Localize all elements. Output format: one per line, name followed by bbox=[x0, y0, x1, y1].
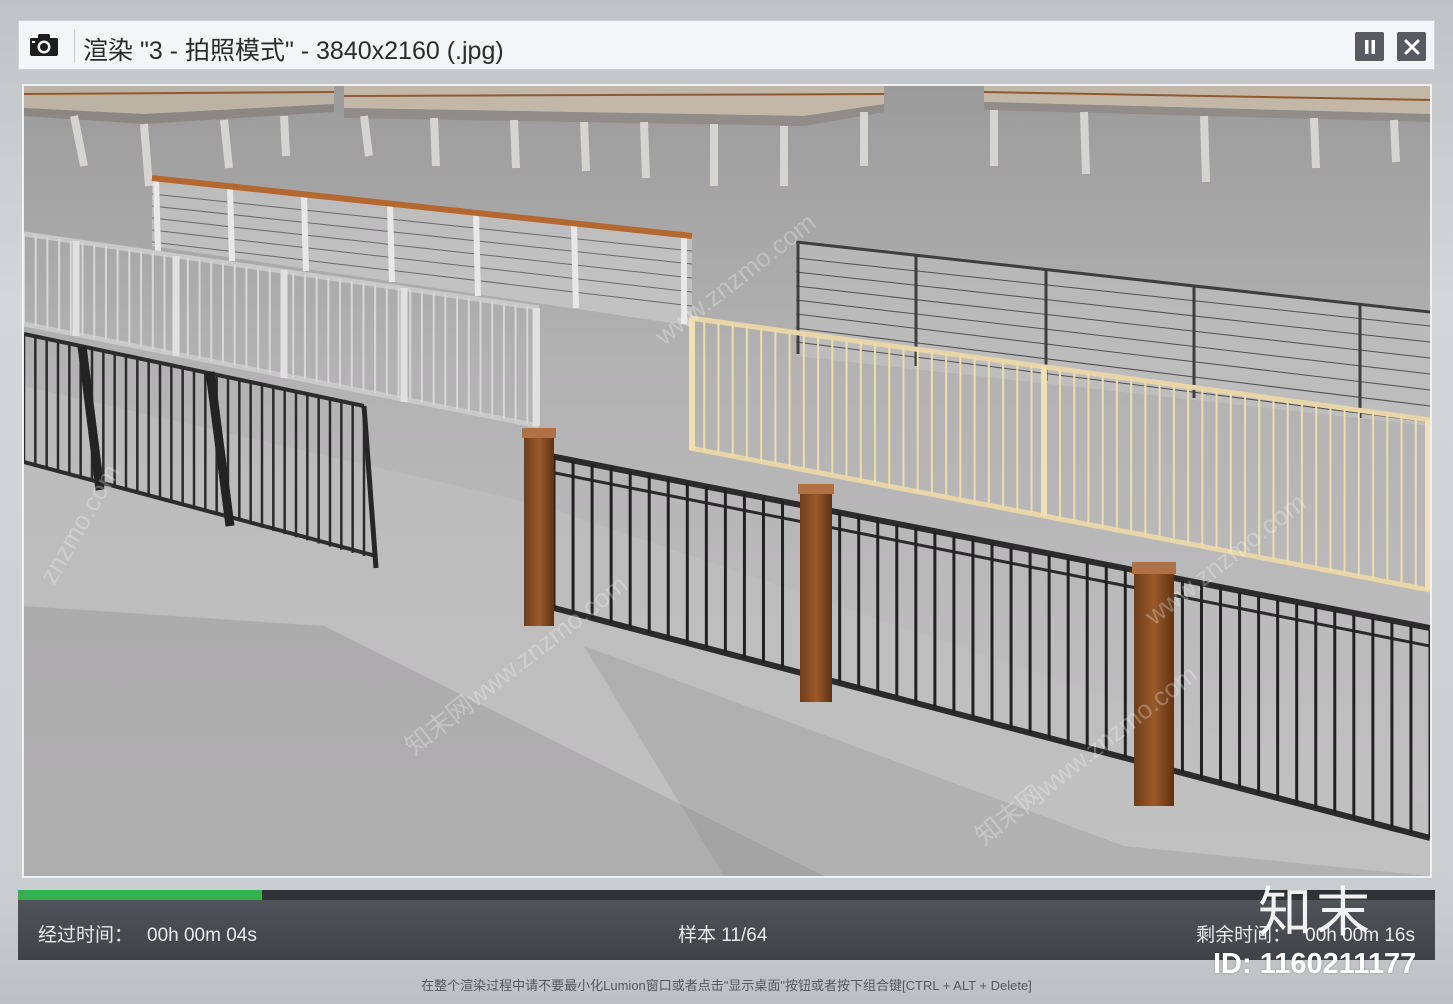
close-icon bbox=[1404, 39, 1419, 54]
elapsed-label: 经过时间： bbox=[38, 925, 134, 946]
sample-counter: 样本 11/64 bbox=[678, 925, 768, 946]
pause-button[interactable] bbox=[1355, 32, 1384, 61]
pause-icon bbox=[1364, 39, 1375, 54]
camera-icon bbox=[30, 34, 58, 56]
watermark-brand: 知末 bbox=[1258, 881, 1374, 944]
render-progress-fill bbox=[18, 890, 262, 900]
close-button[interactable] bbox=[1397, 32, 1426, 61]
render-preview-scene: www.znzmo.com www.znzmo.com 知末网www.znzmo… bbox=[24, 86, 1430, 876]
watermark-id: ID: 1160211177 bbox=[1213, 948, 1417, 980]
window-title: 渲染 "3 - 拍照模式" - 3840x2160 (.jpg) bbox=[83, 37, 504, 65]
title-divider bbox=[74, 29, 75, 63]
render-preview-image: www.znzmo.com www.znzmo.com 知末网www.znzmo… bbox=[22, 84, 1432, 878]
elapsed-time: 经过时间： 00h 00m 04s bbox=[38, 920, 257, 947]
render-progress-bar bbox=[18, 890, 1435, 900]
render-title-bar: 渲染 "3 - 拍照模式" - 3840x2160 (.jpg) bbox=[18, 20, 1435, 70]
elapsed-value: 00h 00m 04s bbox=[147, 925, 257, 946]
